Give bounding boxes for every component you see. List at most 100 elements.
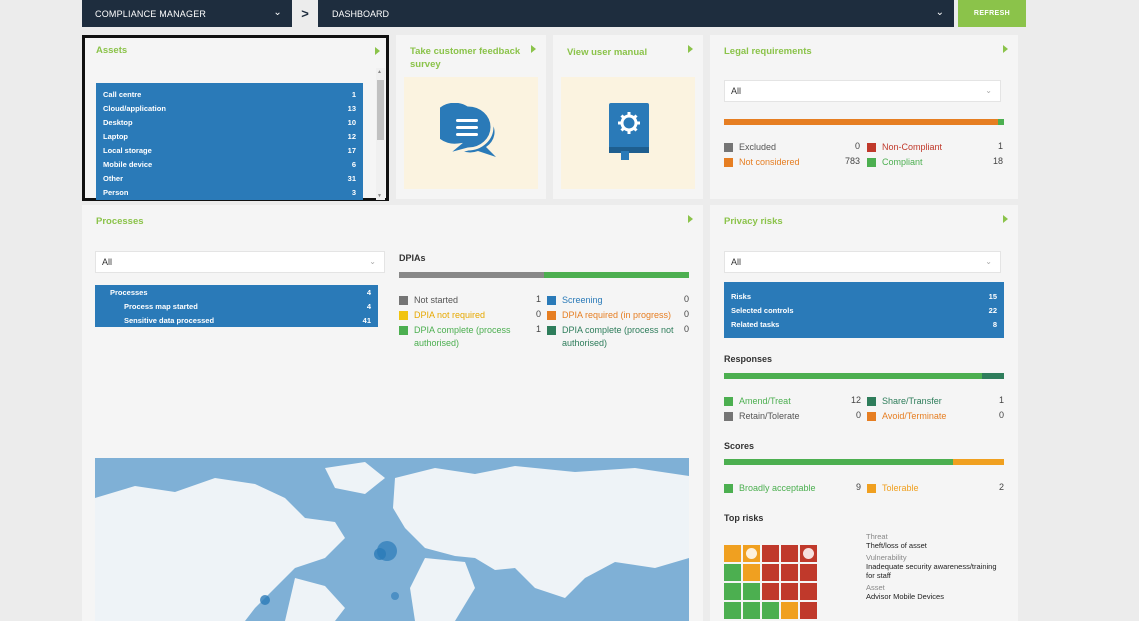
list-item[interactable]: Cloud/application 13 xyxy=(96,101,363,115)
legend-value: 783 xyxy=(844,156,860,166)
list-item[interactable]: Process map started 4 xyxy=(95,299,378,313)
legend-label: Screening xyxy=(562,295,603,305)
legend-value: 12 xyxy=(850,395,861,405)
legend-swatch xyxy=(867,158,876,167)
legend-swatch xyxy=(399,326,408,335)
risk-cell[interactable] xyxy=(724,583,741,600)
risk-cell[interactable] xyxy=(724,602,741,619)
vulnerability-label: Vulnerability xyxy=(866,553,907,562)
risk-cell[interactable] xyxy=(800,583,817,600)
legend-swatch xyxy=(547,296,556,305)
legend-swatch xyxy=(867,412,876,421)
assets-card: Assets Call centre 1 Cloud/application 13 De… xyxy=(82,35,389,201)
privacy-title[interactable]: Privacy risks xyxy=(724,215,783,228)
privacy-filter-value: All xyxy=(731,257,742,267)
list-item[interactable]: Processes 4 xyxy=(95,285,378,299)
legend-value: 9 xyxy=(855,482,861,492)
module-selector[interactable]: COMPLIANCE MANAGER ⌄ xyxy=(82,0,292,27)
list-item-count: 13 xyxy=(347,103,356,113)
list-item-count: 4 xyxy=(366,301,371,311)
chevron-down-icon: ⌄ xyxy=(985,86,992,95)
scroll-up-icon[interactable]: ▲ xyxy=(377,69,382,75)
legend-item: DPIA complete (process authorised) xyxy=(399,324,529,350)
chevron-down-icon: ⌄ xyxy=(369,257,376,266)
refresh-button[interactable]: REFRESH xyxy=(958,0,1026,27)
risk-cell[interactable] xyxy=(762,545,779,562)
top-risk-details: Threat Theft/loss of asset Vulnerability… xyxy=(866,532,1006,604)
risk-cell[interactable] xyxy=(781,545,798,562)
list-item[interactable]: Mobile device 6 xyxy=(96,157,363,171)
legal-filter-select[interactable]: All ⌄ xyxy=(724,80,1001,102)
scrollbar[interactable]: ▲ ▼ xyxy=(376,68,385,200)
privacy-filter-select[interactable]: All ⌄ xyxy=(724,251,1001,273)
list-item[interactable]: Selected controls 22 xyxy=(724,303,1004,317)
manual-title[interactable]: View user manual xyxy=(567,46,647,59)
risk-cell[interactable] xyxy=(781,564,798,581)
risk-cell[interactable] xyxy=(762,583,779,600)
risk-cell[interactable] xyxy=(800,545,817,562)
list-item-label: Related tasks xyxy=(731,319,780,329)
list-item-count: 15 xyxy=(988,291,997,301)
scroll-down-icon[interactable]: ▼ xyxy=(377,193,382,199)
survey-title[interactable]: Take customer feedback survey xyxy=(410,45,530,71)
legend-item: Compliant xyxy=(867,156,987,169)
legal-status-bar xyxy=(724,119,1004,125)
manual-card[interactable]: View user manual xyxy=(553,35,703,199)
list-item-count: 31 xyxy=(347,173,356,183)
dpias-heading: DPIAs xyxy=(399,253,426,263)
list-item-count: 41 xyxy=(362,315,371,325)
processes-filter-select[interactable]: All ⌄ xyxy=(95,251,385,273)
list-item[interactable]: Risks 15 xyxy=(724,289,1004,303)
expand-arrow-icon[interactable] xyxy=(375,47,380,55)
list-item-label: Person xyxy=(103,187,129,197)
legend-swatch xyxy=(724,397,733,406)
page-selector[interactable]: DASHBOARD ⌄ xyxy=(318,0,954,27)
legend-item: Retain/Tolerate xyxy=(724,410,844,423)
list-item[interactable]: Sensitive data processed 41 xyxy=(95,313,378,327)
list-item[interactable]: Laptop 12 xyxy=(96,129,363,143)
list-item[interactable]: Other 31 xyxy=(96,171,363,185)
risk-heatmap[interactable] xyxy=(724,545,817,621)
list-item[interactable]: Desktop 10 xyxy=(96,115,363,129)
risk-cell[interactable] xyxy=(743,602,760,619)
risk-cell[interactable] xyxy=(724,545,741,562)
legal-title[interactable]: Legal requirements xyxy=(724,45,812,58)
assets-title[interactable]: Assets xyxy=(96,44,127,57)
scrollbar-thumb[interactable] xyxy=(377,80,384,140)
risk-cell[interactable] xyxy=(762,602,779,619)
list-item-label: Processes xyxy=(110,287,148,297)
list-item[interactable]: Person 3 xyxy=(96,185,363,199)
risk-cell[interactable] xyxy=(762,564,779,581)
survey-card[interactable]: Take customer feedback survey xyxy=(396,35,546,199)
risk-cell[interactable] xyxy=(800,564,817,581)
list-item-count: 10 xyxy=(347,117,356,127)
legend-swatch xyxy=(547,326,556,335)
legend-swatch xyxy=(399,311,408,320)
list-item[interactable]: Call centre 1 xyxy=(96,87,363,101)
expand-arrow-icon[interactable] xyxy=(688,215,693,223)
risk-cell[interactable] xyxy=(781,602,798,619)
legend-value: 1 xyxy=(535,294,541,304)
expand-arrow-icon[interactable] xyxy=(531,45,536,53)
expand-arrow-icon[interactable] xyxy=(1003,45,1008,53)
processes-title[interactable]: Processes xyxy=(96,215,144,228)
expand-arrow-icon[interactable] xyxy=(688,45,693,53)
risk-cell[interactable] xyxy=(743,545,760,562)
legend-label: Tolerable xyxy=(882,483,919,493)
expand-arrow-icon[interactable] xyxy=(1003,215,1008,223)
risk-cell[interactable] xyxy=(781,583,798,600)
processes-card: Processes All ⌄ Processes 4 Process map st… xyxy=(82,205,703,621)
list-item-label: Selected controls xyxy=(731,305,794,315)
list-item[interactable]: Related tasks 8 xyxy=(724,317,1004,331)
list-item[interactable]: Local storage 17 xyxy=(96,143,363,157)
legend-item: Broadly acceptable xyxy=(724,482,844,495)
risk-cell[interactable] xyxy=(743,583,760,600)
legend-item: Amend/Treat xyxy=(724,395,844,408)
world-map[interactable] xyxy=(95,458,689,621)
risk-cell[interactable] xyxy=(743,564,760,581)
risk-cell[interactable] xyxy=(724,564,741,581)
list-item-label: Risks xyxy=(731,291,752,301)
legend-label: Compliant xyxy=(882,157,923,167)
list-item-count: 17 xyxy=(347,145,356,155)
risk-cell[interactable] xyxy=(800,602,817,619)
